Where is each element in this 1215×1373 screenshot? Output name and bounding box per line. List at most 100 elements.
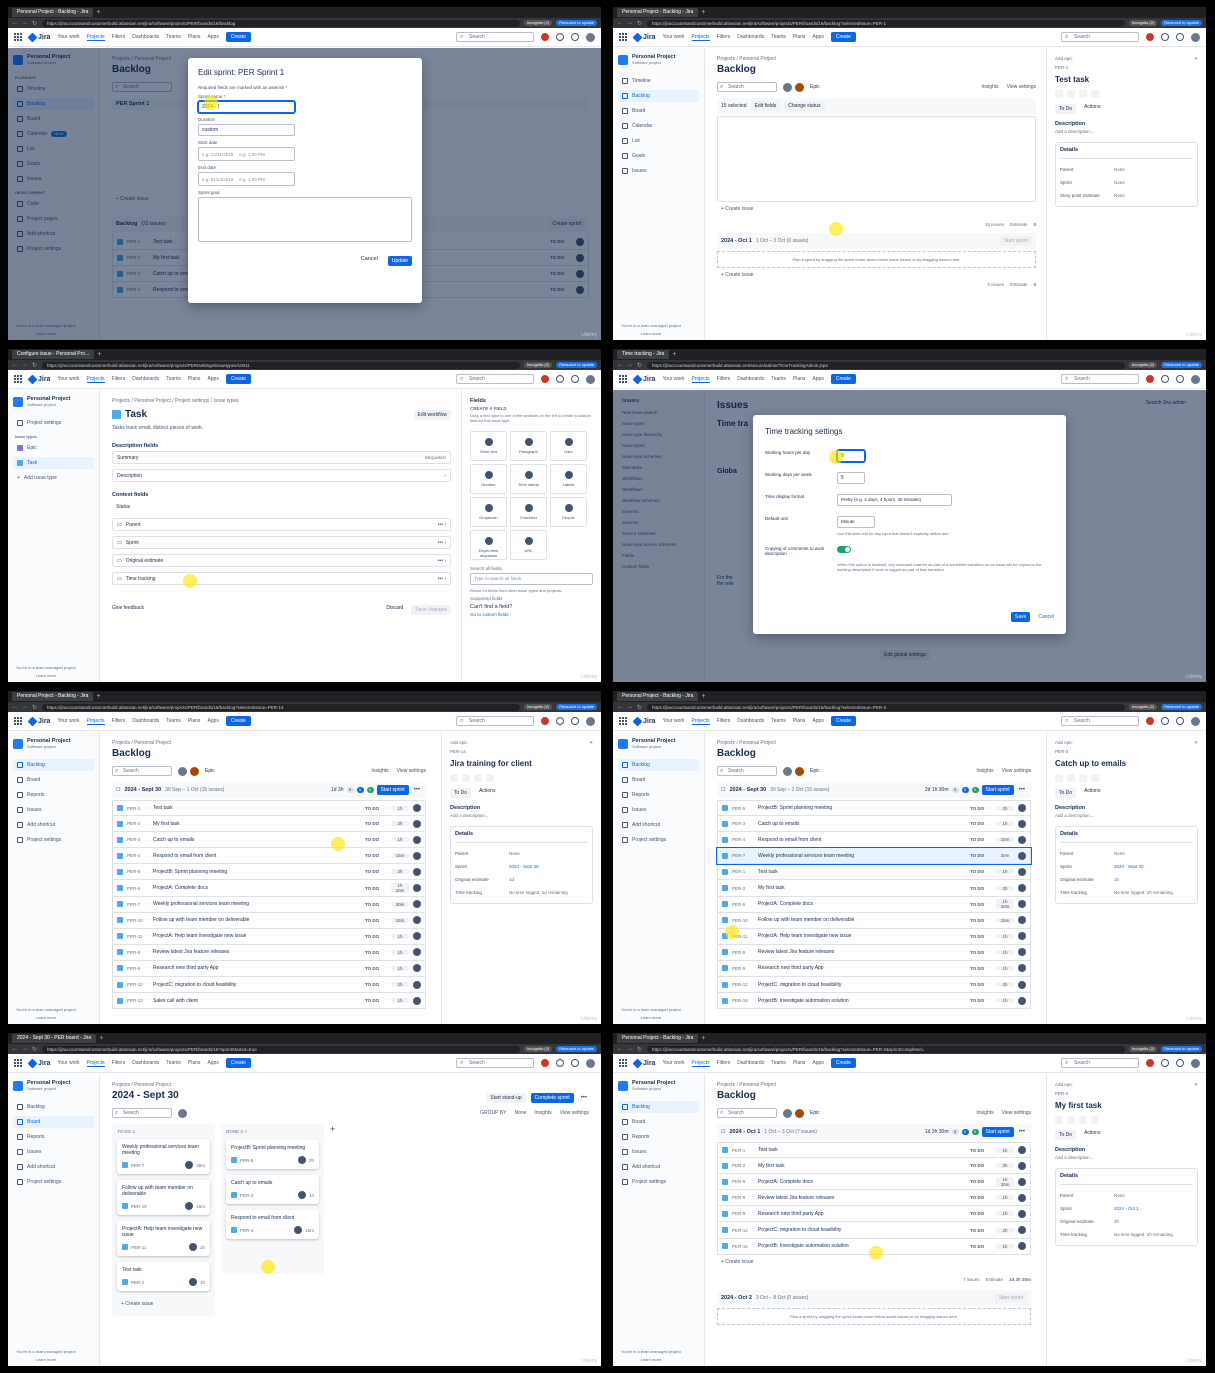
assignee-avatar[interactable] <box>413 819 421 828</box>
view-settings-button[interactable]: View settings <box>1002 1110 1031 1116</box>
sidebar-item-project-settings[interactable]: Project settings <box>13 834 94 846</box>
insights-button[interactable]: Insights <box>976 1110 993 1116</box>
issue-card[interactable]: Follow up with team member on deliverabl… <box>117 1180 210 1215</box>
start-sprint-button[interactable]: Start sprint <box>376 785 409 795</box>
sidebar-item-issues[interactable]: Issues <box>13 804 94 816</box>
link-icon[interactable] <box>462 774 470 782</box>
issue-summary[interactable]: ProjectA: Help team investigate new issu… <box>758 933 966 939</box>
assignee-filter-avatar[interactable] <box>795 82 804 92</box>
issue-key[interactable]: PER-8 <box>732 1195 754 1200</box>
sidebar-item-calendar[interactable]: Calendar <box>618 120 699 132</box>
more-icon[interactable]: ••• <box>1017 787 1027 793</box>
user-avatar[interactable] <box>1191 716 1200 726</box>
assignee-avatar[interactable] <box>1018 804 1026 813</box>
address-bar[interactable]: https://jiraccountsandcustomerbuild.atla… <box>647 703 1126 711</box>
chevron-right-icon[interactable]: ••• › <box>438 540 446 546</box>
issue-summary[interactable]: Review latest Jira feature releases <box>758 1195 966 1201</box>
field-type-tile[interactable]: Labels <box>550 464 587 494</box>
help-icon[interactable] <box>1161 717 1169 725</box>
status-dropdown[interactable]: TO DO <box>365 950 387 955</box>
start-sprint-button[interactable]: Start sprint <box>999 236 1032 246</box>
jira-logo[interactable]: Jira <box>27 716 50 726</box>
app-switcher-icon[interactable] <box>14 1059 22 1067</box>
assignee-filter-avatar[interactable] <box>795 766 804 776</box>
assignee-avatar[interactable] <box>1018 948 1026 957</box>
issue-summary[interactable]: ProjectB: Sprint planning meeting <box>153 869 361 875</box>
assignee-avatar[interactable] <box>413 884 421 893</box>
parent-value[interactable]: None <box>1114 1193 1125 1198</box>
sprint-value[interactable]: 2024 - Sept 30 <box>509 864 539 869</box>
epic-filter[interactable]: Epic <box>810 1110 820 1116</box>
discard-button[interactable]: Discard <box>386 605 403 615</box>
time-logged[interactable]: No time logged <box>1114 890 1144 895</box>
nav-teams[interactable]: Teams <box>771 34 786 40</box>
status-dropdown[interactable]: TO DO <box>365 902 387 907</box>
assignee-avatar[interactable] <box>413 835 421 844</box>
subtask-icon[interactable] <box>1079 90 1087 98</box>
backlog-search-input[interactable]: Search <box>112 766 172 776</box>
issue-summary[interactable]: My first task <box>153 821 361 827</box>
status-dropdown[interactable]: TO DO <box>970 821 992 826</box>
nav-apps[interactable]: Apps <box>812 34 823 40</box>
sidebar-item-board[interactable]: Board <box>13 774 94 786</box>
issue-row[interactable]: PER-2 My first task TO DO 2h <box>717 880 1031 897</box>
backlog-search-input[interactable]: Search <box>717 766 777 776</box>
project-header[interactable]: Personal ProjectSoftware project <box>618 738 699 749</box>
issue-key[interactable]: PER-1 <box>1055 65 1198 70</box>
subtask-icon[interactable] <box>1079 1116 1087 1124</box>
status-dropdown[interactable]: TO DO <box>365 821 387 826</box>
assignee-avatar[interactable] <box>1018 867 1026 876</box>
sidebar-item-add-shortcut[interactable]: Add shortcut <box>13 1161 94 1173</box>
nav-filters[interactable]: Filters <box>112 376 126 382</box>
status-dropdown[interactable]: TO DO <box>970 998 992 1003</box>
address-bar[interactable]: https://jiraccountsandcustomerbuild.atla… <box>647 19 1126 27</box>
edit-fields-button[interactable]: Edit fields <box>750 101 781 111</box>
assignee-avatar[interactable] <box>1018 1209 1026 1218</box>
assignee-avatar[interactable] <box>1018 964 1026 973</box>
issue-key[interactable]: PER-3 <box>1055 749 1198 754</box>
details-header[interactable]: Details <box>1060 1173 1193 1185</box>
add-epic-link[interactable]: Add epic <box>450 740 468 746</box>
view-settings-button[interactable]: View settings <box>560 1110 589 1116</box>
issue-summary[interactable]: Test task <box>758 1147 966 1153</box>
add-epic-link[interactable]: Add epic <box>1055 56 1073 62</box>
view-settings-button[interactable]: View settings <box>397 768 426 774</box>
relaunch-button[interactable]: Relaunch to update <box>1161 704 1202 710</box>
issue-summary[interactable]: Research new third party App <box>758 965 966 971</box>
field-type-tile[interactable]: Date <box>550 431 587 461</box>
nav-dashboards[interactable]: Dashboards <box>737 1060 764 1066</box>
assignee-avatar[interactable] <box>188 1243 197 1251</box>
sprint-value[interactable]: 2024 - Oct 1 <box>1114 1206 1139 1211</box>
help-icon[interactable] <box>556 1059 564 1067</box>
issue-title[interactable]: Test task <box>1055 75 1198 84</box>
status-dropdown[interactable]: TO DO <box>970 918 992 923</box>
search-input[interactable]: Search <box>456 1058 534 1068</box>
issue-key[interactable]: PER-9 <box>127 966 149 971</box>
create-button[interactable]: Create <box>225 716 251 726</box>
description-field[interactable]: Add a description... <box>450 813 593 818</box>
nav-dashboards[interactable]: Dashboards <box>132 1060 159 1066</box>
search-input[interactable]: Search <box>1061 716 1139 726</box>
issue-summary[interactable]: ProjectC: migration to cloud feasibility <box>153 982 361 988</box>
assignee-avatar[interactable] <box>185 1202 194 1210</box>
nav-dashboards[interactable]: Dashboards <box>132 34 159 40</box>
issue-key[interactable]: PER-5 <box>127 869 149 874</box>
insights-button[interactable]: Insights <box>976 768 993 774</box>
sprint-value[interactable]: None <box>1114 180 1125 185</box>
more-icon[interactable]: ••• <box>1017 1129 1027 1135</box>
issue-key[interactable]: PER-2 <box>732 886 754 891</box>
sidebar-item-reports[interactable]: Reports <box>618 789 699 801</box>
sprint-goal-textarea[interactable] <box>198 197 412 242</box>
sidebar-item-issues[interactable]: Issues <box>618 165 699 177</box>
issue-row[interactable]: PER-8 Review latest Jira feature release… <box>112 944 426 961</box>
nav-your-work[interactable]: Your work <box>662 718 684 724</box>
nav-projects[interactable]: Projects <box>86 1060 105 1067</box>
assignee-avatar[interactable] <box>1018 1177 1026 1186</box>
issue-card[interactable]: ProjectB: Sprint planning meeting PER-5 2h <box>226 1140 319 1169</box>
issue-summary[interactable]: ProjectB: Sprint planning meeting <box>758 805 966 811</box>
issue-card[interactable]: Catch up to emails PER-3 1h <box>226 1175 319 1204</box>
nav-your-work[interactable]: Your work <box>57 718 79 724</box>
status-button[interactable]: To Do <box>1055 104 1077 114</box>
back-icon[interactable]: ← <box>12 1046 18 1052</box>
update-button[interactable]: Update <box>387 256 412 266</box>
